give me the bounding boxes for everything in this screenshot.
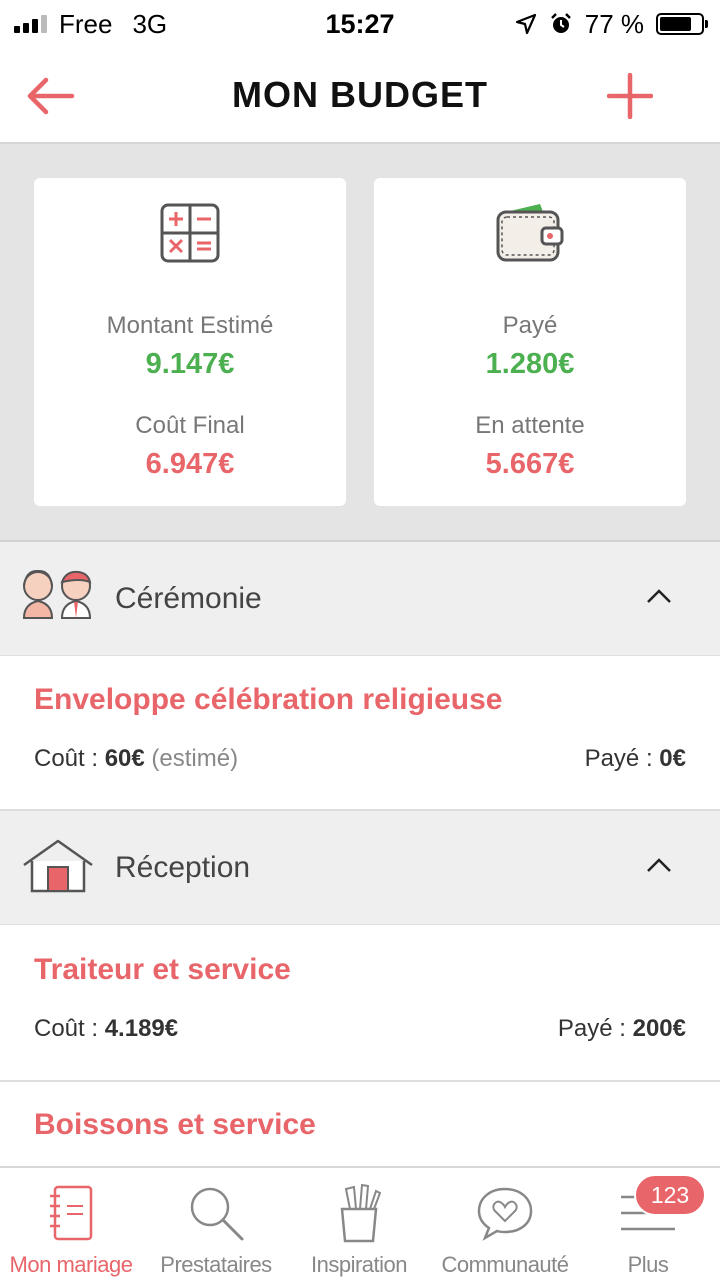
budget-summary: Montant Estimé 9.147€ Coût Final 6.947€ …: [0, 144, 720, 542]
wallet-icon: [374, 202, 686, 264]
item-title: Enveloppe célébration religieuse: [34, 683, 503, 716]
battery-icon: [656, 13, 708, 35]
network-type: 3G: [132, 8, 168, 39]
item-title: Boissons et service: [34, 1108, 316, 1141]
tab-label: Inspiration: [310, 1252, 408, 1277]
cost-label: Coût :: [34, 745, 99, 772]
item-title: Traiteur et service: [34, 953, 291, 986]
calculator-icon: [34, 202, 346, 264]
final-cost-label: Coût Final: [135, 412, 245, 439]
final-cost-value: 6.947€: [145, 448, 235, 480]
chat-heart-icon: [475, 1182, 535, 1244]
status-bar: Free 3G 15:27 77 %: [0, 0, 720, 48]
cost-note: (estimé): [151, 745, 239, 772]
pending-value: 5.667€: [485, 448, 575, 480]
paid-value: 0€: [659, 745, 686, 772]
item-cost: Coût : 4.189€: [34, 1015, 178, 1043]
budget-item[interactable]: Enveloppe célébration religieuse Coût : …: [0, 656, 720, 811]
estimate-card: Montant Estimé 9.147€ Coût Final 6.947€: [34, 178, 346, 506]
battery-percent: 77 %: [584, 8, 644, 39]
cost-label: Coût :: [34, 1015, 99, 1042]
tab-label: Prestataires: [160, 1252, 272, 1277]
status-left: Free 3G: [14, 9, 167, 40]
plus-icon: [607, 73, 653, 119]
paid-value: 1.280€: [485, 348, 575, 380]
tab-bar: Mon mariage Prestataires Inspiration Com…: [0, 1166, 720, 1277]
tab-inspiration[interactable]: Inspiration: [292, 1168, 426, 1277]
item-cost: Coût : 60€ (estimé): [34, 745, 238, 773]
add-button[interactable]: [600, 66, 660, 126]
tab-prestataires[interactable]: Prestataires: [148, 1168, 284, 1277]
paid-label: Payé :: [584, 745, 653, 772]
item-amounts: Coût : 4.189€ Payé : 200€: [34, 1015, 686, 1043]
tab-label: Communauté: [441, 1252, 569, 1277]
section-title: Réception: [115, 850, 251, 884]
tab-label: Plus: [627, 1252, 669, 1277]
paid-label: Payé: [502, 312, 558, 339]
chevron-up-icon[interactable]: [646, 857, 672, 878]
estimated-amount-value: 9.147€: [145, 348, 235, 380]
section-title: Cérémonie: [115, 581, 262, 615]
carrier-name: Free: [59, 8, 113, 39]
signal-icon: [14, 15, 47, 33]
chevron-up-icon[interactable]: [646, 588, 672, 609]
item-paid: Payé : 0€: [585, 745, 686, 773]
cost-value: 60€: [104, 745, 145, 772]
arrow-left-icon: [27, 77, 75, 115]
house-icon: [20, 837, 96, 898]
tab-mon-mariage[interactable]: Mon mariage: [0, 1168, 142, 1277]
cost-value: 4.189€: [104, 1015, 179, 1042]
status-right: 77 %: [515, 9, 708, 40]
section-header-reception[interactable]: Réception: [0, 811, 720, 925]
item-amounts: Coût : 60€ (estimé) Payé : 0€: [34, 745, 686, 773]
budget-item[interactable]: Traiteur et service Coût : 4.189€ Payé :…: [0, 925, 720, 1082]
item-paid: Payé : 200€: [558, 1015, 686, 1043]
payment-card: Payé 1.280€ En attente 5.667€: [374, 178, 686, 506]
pencil-cup-icon: [334, 1182, 384, 1244]
page-title: MON BUDGET: [232, 74, 488, 115]
estimated-amount-label: Montant Estimé: [106, 312, 274, 339]
tab-label: Mon mariage: [9, 1252, 133, 1277]
alarm-icon: [550, 13, 571, 33]
tab-communaute[interactable]: Communauté: [432, 1168, 578, 1277]
search-icon: [186, 1182, 246, 1244]
back-button[interactable]: [20, 66, 80, 126]
paid-label: Payé :: [557, 1015, 626, 1042]
location-arrow-icon: [515, 13, 536, 35]
couple-icon: [20, 568, 96, 625]
notebook-icon: [47, 1182, 95, 1244]
notification-badge: 123: [634, 1174, 706, 1216]
budget-item[interactable]: Boissons et service: [0, 1082, 720, 1172]
paid-value: 200€: [632, 1015, 686, 1042]
nav-header: MON BUDGET: [0, 48, 720, 144]
section-header-ceremony[interactable]: Cérémonie: [0, 542, 720, 656]
pending-label: En attente: [475, 412, 585, 439]
